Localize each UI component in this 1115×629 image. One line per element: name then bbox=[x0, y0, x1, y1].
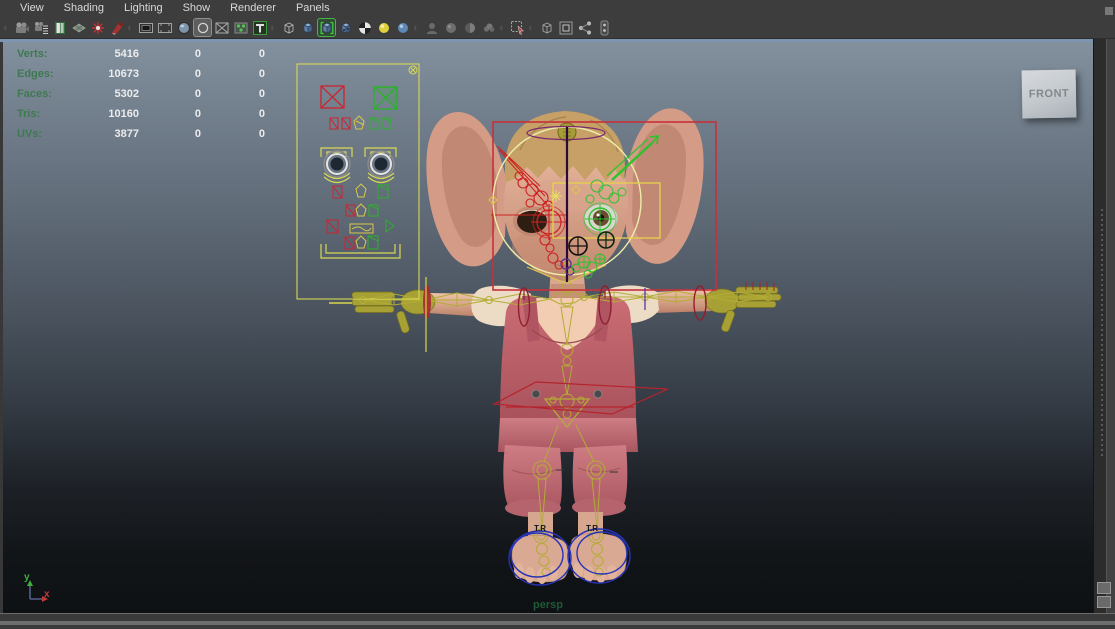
default-lighting-icon[interactable] bbox=[375, 19, 392, 36]
hud-value-edges-total: 10673 bbox=[108, 68, 139, 80]
film-gate-icon[interactable] bbox=[137, 19, 154, 36]
panel-grip-texture bbox=[1101, 209, 1103, 459]
field-chart-icon[interactable] bbox=[193, 18, 212, 37]
left-foot-tag: T.R bbox=[534, 524, 546, 533]
window-edge bbox=[1106, 39, 1115, 613]
text-tool-icon[interactable] bbox=[251, 19, 268, 36]
menu-show[interactable]: Show bbox=[173, 0, 221, 17]
select-camera-icon[interactable] bbox=[13, 19, 30, 36]
resolution-gate-icon[interactable] bbox=[156, 19, 173, 36]
bookmarks-icon[interactable] bbox=[51, 19, 68, 36]
right-foot-tag: T.R bbox=[586, 524, 598, 533]
isolate-head-icon[interactable] bbox=[423, 19, 440, 36]
right-panel-strip bbox=[1093, 39, 1115, 613]
hud-value-verts-total: 5416 bbox=[114, 48, 139, 60]
bottom-bar bbox=[0, 613, 1115, 629]
connections-icon[interactable] bbox=[576, 19, 593, 36]
textured-icon[interactable] bbox=[337, 19, 354, 36]
menu-lighting[interactable]: Lighting bbox=[114, 0, 173, 17]
image-plane-icon[interactable] bbox=[70, 19, 87, 36]
hud-label-faces: Faces: bbox=[17, 88, 52, 100]
plugin-cube-icon[interactable] bbox=[538, 19, 555, 36]
isolate-half-icon[interactable] bbox=[461, 19, 478, 36]
menu-view[interactable]: View bbox=[10, 0, 54, 17]
toolbar-separator[interactable] bbox=[414, 20, 420, 35]
hud-label-verts: Verts: bbox=[17, 48, 48, 60]
hud-value-tris-total: 10160 bbox=[108, 108, 139, 120]
isolate-cloud-icon[interactable] bbox=[480, 19, 497, 36]
heads-up-display: Verts: 5416 0 0 Edges: 10673 0 0 Faces: 5302 0 0 Tri… bbox=[17, 44, 265, 144]
hud-value-faces-col3: 0 bbox=[258, 88, 265, 100]
isolate-sphere-icon[interactable] bbox=[442, 19, 459, 36]
shaded-icon[interactable] bbox=[299, 19, 316, 36]
use-all-lights-icon[interactable] bbox=[356, 19, 373, 36]
camera-attributes-icon[interactable] bbox=[32, 19, 49, 36]
window-corner-mark bbox=[1105, 7, 1113, 15]
perspective-viewport[interactable]: T.R T.R y x Verts: 5416 0 0 Edges: 10673… bbox=[3, 42, 1093, 613]
facial-picker-panel[interactable] bbox=[296, 63, 420, 300]
light-icon[interactable] bbox=[89, 19, 106, 36]
toolbar-separator[interactable] bbox=[4, 20, 10, 35]
wireframe-icon[interactable] bbox=[280, 19, 297, 36]
hud-value-verts-col3: 0 bbox=[258, 48, 265, 60]
safe-title-icon[interactable] bbox=[232, 19, 249, 36]
select-object-icon[interactable] bbox=[509, 19, 526, 36]
hud-value-tris-col2: 0 bbox=[194, 108, 201, 120]
paint-effects-icon[interactable] bbox=[108, 19, 125, 36]
panel-toolbar bbox=[0, 17, 1115, 39]
menu-shading[interactable]: Shading bbox=[54, 0, 114, 17]
strip-button-bottom[interactable] bbox=[1097, 596, 1111, 608]
shadows-icon[interactable] bbox=[394, 19, 411, 36]
hud-value-edges-col3: 0 bbox=[258, 68, 265, 80]
toolbar-separator[interactable] bbox=[529, 20, 535, 35]
view-axis-indicator: y x bbox=[24, 572, 50, 602]
hud-value-verts-col2: 0 bbox=[194, 48, 201, 60]
hud-value-faces-total: 5302 bbox=[114, 88, 139, 100]
hud-value-uvs-total: 3877 bbox=[114, 128, 139, 140]
gate-mask-icon[interactable] bbox=[175, 19, 192, 36]
strip-button-top[interactable] bbox=[1097, 582, 1111, 594]
toolbar-separator[interactable] bbox=[128, 20, 134, 35]
hud-label-tris: Tris: bbox=[17, 108, 41, 120]
camera-name-label: persp bbox=[533, 599, 563, 611]
hud-value-faces-col2: 0 bbox=[194, 88, 201, 100]
menu-panels[interactable]: Panels bbox=[286, 0, 340, 17]
hud-value-tris-col3: 0 bbox=[258, 108, 265, 120]
picker-close-icon[interactable] bbox=[408, 65, 418, 75]
panel-menu-bar: View Shading Lighting Show Renderer Panels bbox=[0, 0, 1115, 17]
toolbar-separator[interactable] bbox=[500, 20, 506, 35]
axis-x-label: x bbox=[44, 589, 50, 600]
frame-icon[interactable] bbox=[557, 19, 574, 36]
hud-value-edges-col2: 0 bbox=[194, 68, 201, 80]
end-clamp-icon[interactable] bbox=[595, 19, 612, 36]
hud-label-uvs: UVs: bbox=[17, 128, 43, 140]
axis-y-label: y bbox=[24, 572, 30, 583]
front-image-plane-label: FRONT bbox=[1028, 87, 1070, 101]
hud-value-uvs-col2: 0 bbox=[194, 128, 201, 140]
menu-renderer[interactable]: Renderer bbox=[220, 0, 286, 17]
hud-label-edges: Edges: bbox=[17, 68, 54, 80]
timeline-divider[interactable] bbox=[0, 621, 1115, 625]
maya-viewport-window: View Shading Lighting Show Renderer Panels bbox=[0, 0, 1115, 629]
toolbar-separator[interactable] bbox=[271, 20, 277, 35]
wireframe-on-shaded-icon[interactable] bbox=[317, 18, 336, 37]
safe-action-icon[interactable] bbox=[213, 19, 230, 36]
front-image-plane[interactable]: FRONT bbox=[1021, 69, 1077, 119]
hud-value-uvs-col3: 0 bbox=[258, 128, 265, 140]
